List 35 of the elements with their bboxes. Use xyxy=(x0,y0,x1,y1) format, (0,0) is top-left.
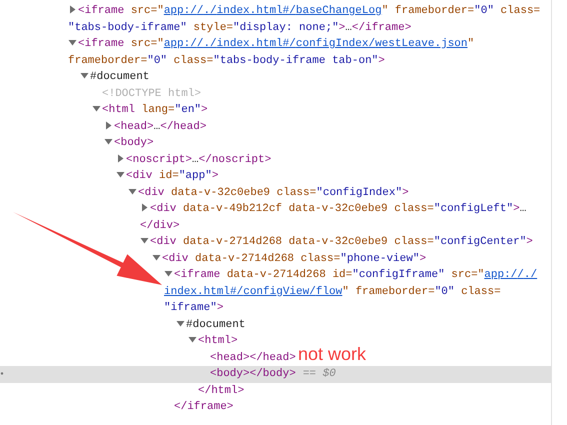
triangle-down-icon[interactable] xyxy=(176,318,186,328)
tree-item[interactable]: <body></body> == $0 xyxy=(200,366,336,382)
triangle-down-icon[interactable] xyxy=(128,186,138,196)
triangle-down-icon[interactable] xyxy=(68,38,78,47)
tree-item[interactable]: <noscript>…</noscript> xyxy=(116,152,272,168)
tree-item[interactable]: <head>…</head> xyxy=(104,118,206,135)
tree-item[interactable]: <iframe src="app://./index.html#/baseChangeLog" frameborder="0" class= "tabs-body-iframe" style="display: none;">…</iframe> xyxy=(68,3,544,36)
tree-item[interactable]: <div data-v-32c0ebe9 class="configIndex"> xyxy=(128,184,409,201)
tree-item[interactable]: <div data-v-2714d268 data-v-32c0ebe9 class="configCenter"> xyxy=(140,234,533,250)
triangle-down-icon[interactable] xyxy=(140,236,150,245)
tree-item[interactable]: <html> xyxy=(188,333,238,350)
annotation-note: not work xyxy=(298,343,366,365)
tree-item[interactable]: <body> xyxy=(104,135,154,152)
triangle-down-icon[interactable] xyxy=(116,170,126,179)
tree-item[interactable]: #document xyxy=(80,69,150,86)
tree-item[interactable]: <head></head> xyxy=(200,350,296,366)
triangle-down-icon[interactable] xyxy=(92,104,102,113)
tree-item[interactable]: <html lang="en"> xyxy=(92,102,208,118)
triangle-down-icon[interactable] xyxy=(164,269,174,278)
triangle-right-icon[interactable] xyxy=(140,203,150,212)
tree-item[interactable]: #document xyxy=(176,316,246,333)
triangle-down-icon[interactable] xyxy=(188,335,198,344)
triangle-down-icon[interactable] xyxy=(152,252,162,262)
tree-item[interactable]: <div id="app"> xyxy=(116,168,218,184)
triangle-right-icon[interactable] xyxy=(116,154,126,162)
tree-item[interactable]: <iframe data-v-2714d268 id="configIframe" src="app://./index.html#/configView/flow" frameborder="0" class= "iframe"> xyxy=(164,267,544,316)
closing-tag: </iframe> xyxy=(174,399,234,416)
triangle-down-icon[interactable] xyxy=(80,71,90,80)
tree-item[interactable]: <div data-v-2714d268 class="phone-view"> xyxy=(152,250,426,267)
triangle-down-icon[interactable] xyxy=(104,137,114,146)
tree-item[interactable]: <iframe src="app://./index.html#/configIndex/westLeave.json" frameborder="0" class="tabs-body-iframe tab-on"> xyxy=(68,36,544,69)
triangle-right-icon[interactable] xyxy=(104,120,114,130)
triangle-right-icon[interactable] xyxy=(68,5,78,14)
tree-item[interactable]: <div data-v-49b212cf data-v-32c0ebe9 class="configLeft">… </div> xyxy=(140,201,544,234)
closing-tag: </html> xyxy=(198,382,244,399)
